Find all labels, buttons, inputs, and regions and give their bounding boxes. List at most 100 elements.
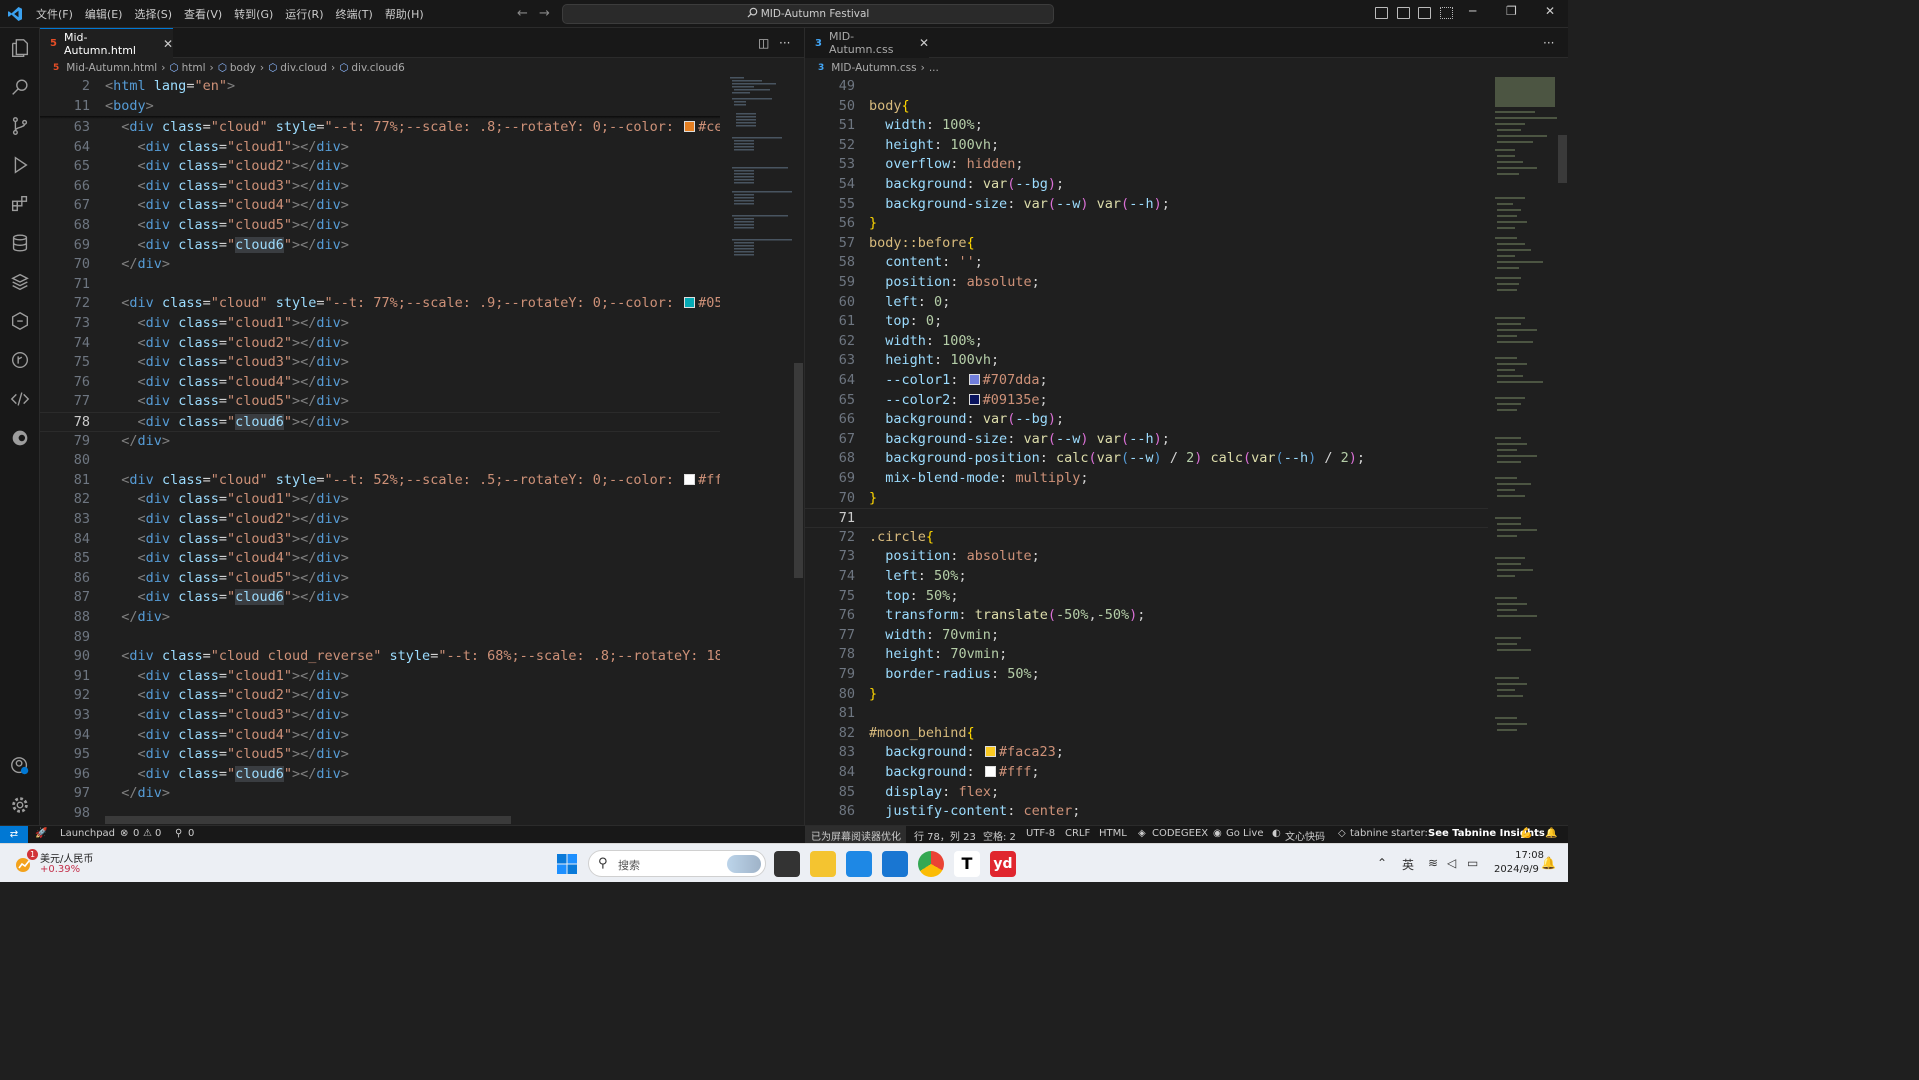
- menu-edit[interactable]: 编辑(E): [79, 6, 129, 22]
- code-line[interactable]: 94 <div class="cloud4"></div>: [40, 726, 720, 746]
- code-line[interactable]: 86 justify-content: center;: [805, 802, 1488, 822]
- color-swatch[interactable]: [984, 766, 996, 777]
- menu-view[interactable]: 查看(V): [178, 6, 228, 22]
- wifi-icon[interactable]: ≋: [1428, 856, 1438, 870]
- code-line[interactable]: 80: [40, 451, 720, 471]
- feishu-icon[interactable]: [882, 851, 908, 877]
- source-control-icon[interactable]: [0, 110, 40, 142]
- code-line[interactable]: 70}: [805, 489, 1488, 509]
- code-line[interactable]: 96 <div class="cloud6"></div>: [40, 765, 720, 785]
- explorer-icon[interactable]: [0, 32, 40, 64]
- code-line[interactable]: 64 <div class="cloud1"></div>: [40, 138, 720, 158]
- code-line[interactable]: 97 </div>: [40, 784, 720, 804]
- breadcrumb-ellipsis[interactable]: ...: [929, 62, 939, 74]
- database-icon[interactable]: [0, 227, 40, 259]
- code-line[interactable]: 73 position: absolute;: [805, 547, 1488, 567]
- breadcrumb-file[interactable]: MID-Autumn.css: [831, 62, 916, 74]
- code-line[interactable]: 72 .circle{: [805, 528, 1488, 548]
- left-vertical-scrollbar[interactable]: [794, 363, 803, 578]
- code-line[interactable]: 63 height: 100vh;: [805, 351, 1488, 371]
- accounts-icon[interactable]: [0, 750, 40, 782]
- menu-terminal[interactable]: 终端(T): [330, 6, 379, 22]
- more-actions-icon[interactable]: ···: [1543, 36, 1554, 50]
- code-line[interactable]: 69 mix-blend-mode: multiply;: [805, 469, 1488, 489]
- code-line[interactable]: 65 --color2: #09135e;: [805, 391, 1488, 411]
- code-line[interactable]: 84 background: #fff;: [805, 763, 1488, 783]
- forward-arrow-icon[interactable]: →: [539, 6, 550, 21]
- menu-file[interactable]: 文件(F): [30, 6, 79, 22]
- code-line[interactable]: 62 width: 100%;: [805, 332, 1488, 352]
- code-line[interactable]: 83 <div class="cloud2"></div>: [40, 510, 720, 530]
- customize-layout-icon[interactable]: [1440, 7, 1453, 19]
- code-line[interactable]: 73 <div class="cloud1"></div>: [40, 314, 720, 334]
- search-icon[interactable]: [0, 71, 40, 103]
- code-line[interactable]: 55 background-size: var(--w) var(--h);: [805, 195, 1488, 215]
- clock-date[interactable]: 2024/9/9: [1494, 864, 1539, 875]
- code-line[interactable]: 80}: [805, 685, 1488, 705]
- code-line[interactable]: 86 <div class="cloud5"></div>: [40, 569, 720, 589]
- breadcrumb-div-cloud6[interactable]: div.cloud6: [351, 62, 404, 74]
- color-swatch[interactable]: [684, 297, 696, 309]
- right-code-area[interactable]: 49 50 body{51 width: 100%; 52 height: 100vh…: [805, 77, 1488, 825]
- toggle-sidebar-icon[interactable]: [1375, 7, 1388, 19]
- stock-widget-icon[interactable]: 1: [12, 849, 38, 874]
- code-line[interactable]: 77 <div class="cloud5"></div>: [40, 392, 720, 412]
- screen-reader-mode[interactable]: 已为屏幕阅读器优化: [811, 828, 901, 843]
- encoding[interactable]: UTF-8: [1026, 828, 1055, 839]
- code-line[interactable]: 92 <div class="cloud2"></div>: [40, 686, 720, 706]
- code-line[interactable]: 67 <div class="cloud4"></div>: [40, 196, 720, 216]
- toggle-panel-icon[interactable]: [1397, 7, 1410, 19]
- breadcrumb-html[interactable]: html: [182, 62, 206, 74]
- code-line[interactable]: 49: [805, 77, 1488, 97]
- taskbar-search-box[interactable]: ⚲ 搜索: [588, 850, 766, 877]
- color-swatch[interactable]: [684, 473, 696, 485]
- left-code-area[interactable]: 2 <html lang="en"> 11 <body> 63 <div class="…: [40, 77, 720, 825]
- color-swatch[interactable]: [968, 374, 980, 385]
- close-tab-icon[interactable]: ✕: [919, 36, 929, 50]
- indentation[interactable]: 空格: 2: [983, 828, 1016, 843]
- code-line[interactable]: 81: [805, 704, 1488, 724]
- code-line[interactable]: 78 height: 70vmin;: [805, 645, 1488, 665]
- code-line[interactable]: 50 body{: [805, 97, 1488, 117]
- color-swatch[interactable]: [984, 746, 996, 758]
- notification-icon[interactable]: 🔔: [1541, 856, 1556, 870]
- code-line[interactable]: 88 </div>: [40, 608, 720, 628]
- windows-start-icon[interactable]: [556, 853, 578, 875]
- code-line[interactable]: 76 <div class="cloud4"></div>: [40, 373, 720, 393]
- code-line[interactable]: 81 <div class="cloud" style="--t: 52%;--…: [40, 471, 720, 491]
- launchpad-button[interactable]: Launchpad: [60, 828, 115, 839]
- code-line[interactable]: 82 #moon_behind{: [805, 724, 1488, 744]
- sticky-code-line[interactable]: 11 <body>: [40, 96, 720, 117]
- toggle-secondary-sidebar-icon[interactable]: [1418, 7, 1431, 19]
- code-line[interactable]: 60 left: 0;: [805, 293, 1488, 313]
- minimize-button[interactable]: ─: [1469, 4, 1476, 18]
- tabnine-status[interactable]: tabnine starter:: [1350, 828, 1428, 839]
- remote-explorer-icon[interactable]: [0, 305, 40, 337]
- code-line[interactable]: 68 background-position: calc(var(--w) / …: [805, 449, 1488, 469]
- color-swatch[interactable]: [968, 393, 980, 405]
- end-of-line[interactable]: CRLF: [1065, 828, 1090, 839]
- breadcrumb-body[interactable]: body: [230, 62, 256, 74]
- code-line[interactable]: 71: [805, 508, 1488, 528]
- code-line[interactable]: 75 top: 50%;: [805, 587, 1488, 607]
- typora-icon[interactable]: T: [954, 851, 980, 877]
- code-line[interactable]: 78 <div class="cloud6"></div>: [40, 412, 720, 432]
- code-line[interactable]: 71: [40, 275, 720, 295]
- code-line[interactable]: 74 <div class="cloud2"></div>: [40, 334, 720, 354]
- code-line[interactable]: 89: [40, 628, 720, 648]
- notifications-bell-icon[interactable]: 🔔: [1545, 828, 1557, 839]
- code-line[interactable]: 82 <div class="cloud1"></div>: [40, 490, 720, 510]
- code-line[interactable]: 53 overflow: hidden;: [805, 155, 1488, 175]
- split-editor-icon[interactable]: ◫: [758, 36, 769, 50]
- menu-run[interactable]: 运行(R): [279, 6, 329, 22]
- battery-icon[interactable]: ▭: [1467, 856, 1478, 870]
- ime-indicator[interactable]: 英: [1402, 856, 1414, 873]
- run-debug-icon[interactable]: [0, 149, 40, 181]
- code-line[interactable]: 83 background: #faca23;: [805, 743, 1488, 763]
- code-line[interactable]: 59 position: absolute;: [805, 273, 1488, 293]
- code-line[interactable]: 57 body::before{: [805, 234, 1488, 254]
- code-line[interactable]: 87 <div class="cloud6"></div>: [40, 588, 720, 608]
- menu-go[interactable]: 转到(G): [228, 6, 279, 22]
- command-center-search[interactable]: MID-Autumn Festival: [562, 4, 1054, 24]
- wenxin-button[interactable]: 文心快码: [1285, 828, 1325, 843]
